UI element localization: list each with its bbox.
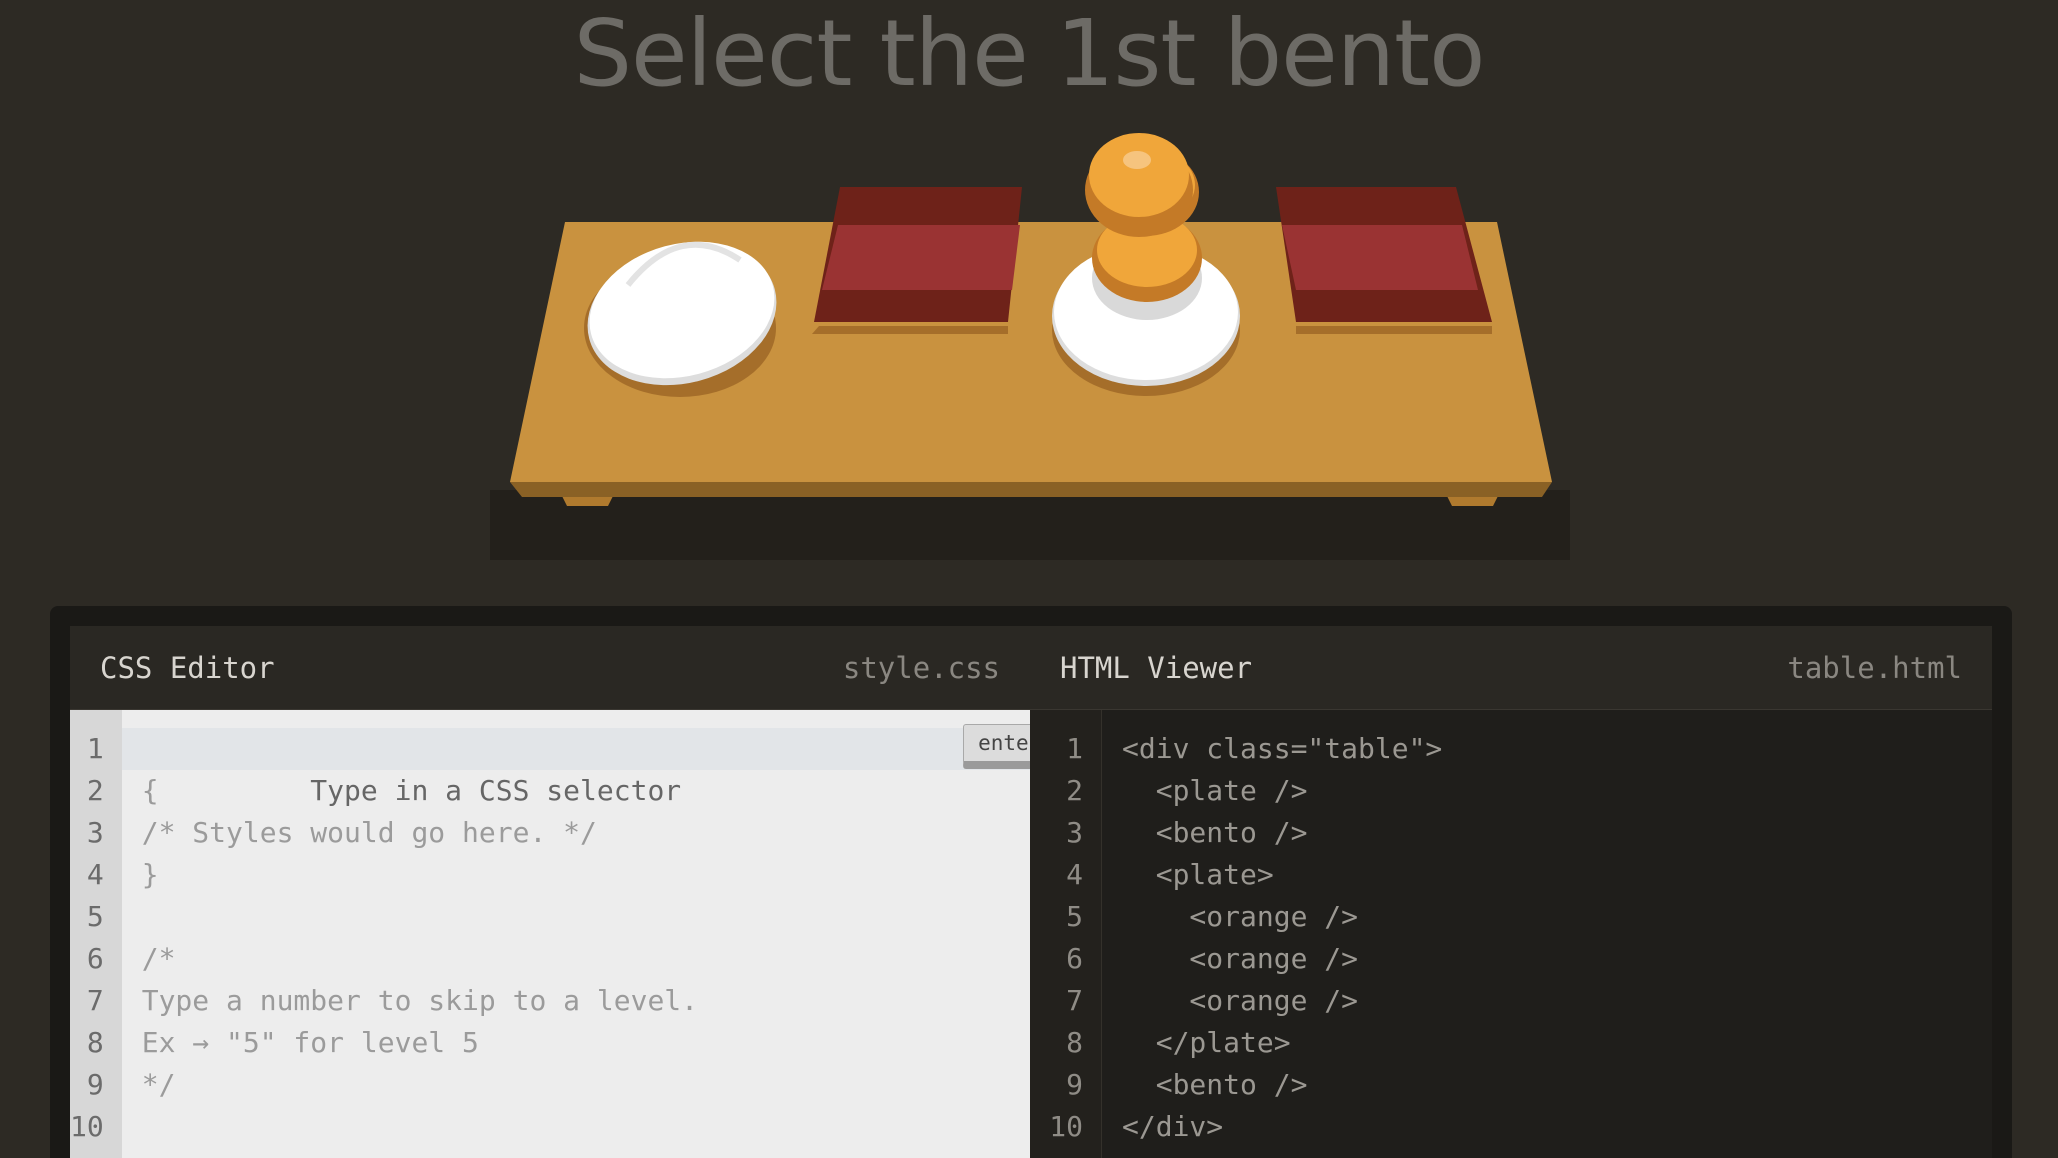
html-code-area: <div class="table"> <plate /> <bento /> … [1102, 710, 1992, 1158]
html-viewer-title: HTML Viewer [1060, 650, 1253, 685]
markup-line[interactable]: <orange /> [1102, 938, 1992, 980]
css-editor-title: CSS Editor [100, 650, 275, 685]
editor-panel: CSS Editor style.css 1 2 3 4 5 6 7 8 9 1… [50, 606, 2012, 1158]
markup-line[interactable]: </div> [1102, 1106, 1992, 1148]
level-title: Select the 1st bento [573, 0, 1486, 107]
line-number: 10 [1049, 1110, 1083, 1143]
line-number: 9 [1066, 1068, 1083, 1101]
line-number: 9 [86, 1068, 104, 1101]
css-line-numbers: 1 2 3 4 5 6 7 8 9 10 [70, 710, 122, 1158]
code-line: } [141, 858, 159, 891]
markup-line[interactable]: <bento /> [1102, 812, 1992, 854]
line-number: 5 [1066, 900, 1083, 933]
table-scene [490, 133, 1570, 560]
css-editor: CSS Editor style.css 1 2 3 4 5 6 7 8 9 1… [70, 626, 1071, 1158]
line-number: 7 [1066, 984, 1083, 1017]
line-number: 5 [86, 900, 104, 933]
markup-line[interactable]: <orange /> [1102, 896, 1992, 938]
line-number: 3 [1066, 816, 1083, 849]
bento-1[interactable] [812, 187, 1022, 334]
markup-line[interactable]: <plate /> [1102, 770, 1992, 812]
line-number: 2 [86, 774, 104, 807]
code-line: /* Styles would go here. */ [141, 816, 597, 849]
css-editor-filename: style.css [842, 650, 1000, 685]
html-viewer-filename: table.html [1787, 650, 1962, 685]
code-line: Type a number to skip to a level. [141, 984, 699, 1017]
code-line: */ [141, 1068, 176, 1101]
markup-line[interactable]: </plate> [1102, 1022, 1992, 1064]
line-number: 2 [1066, 774, 1083, 807]
bento-2[interactable] [1276, 187, 1492, 334]
selector-input-line [121, 728, 1071, 812]
line-number: 7 [86, 984, 104, 1017]
markup-line[interactable]: <plate> [1102, 854, 1992, 896]
html-line-numbers: 1 2 3 4 5 6 7 8 9 10 [1030, 710, 1102, 1158]
css-selector-input[interactable] [310, 770, 1071, 812]
line-number: 6 [86, 942, 104, 975]
line-number: 1 [1066, 732, 1083, 765]
markup-line[interactable]: <div class="table"> [1102, 728, 1992, 770]
table-edge [510, 482, 1552, 497]
code-line: Ex → "5" for level 5 [141, 1026, 479, 1059]
line-number: 8 [86, 1026, 104, 1059]
line-number: 6 [1066, 942, 1083, 975]
html-viewer-header: HTML Viewer table.html [1030, 626, 1992, 710]
line-number: 4 [86, 858, 104, 891]
line-number: 3 [86, 816, 104, 849]
line-number: 10 [70, 1110, 104, 1143]
table-shadow [490, 490, 1570, 560]
html-viewer: HTML Viewer table.html 1 2 3 4 5 6 7 8 9… [1030, 626, 1992, 1158]
line-number: 8 [1066, 1026, 1083, 1059]
markup-line[interactable]: <orange /> [1102, 980, 1992, 1022]
code-line: /* [141, 942, 176, 975]
line-number: 4 [1066, 858, 1083, 891]
markup-line[interactable]: <bento /> [1102, 1064, 1992, 1106]
line-number: 1 [86, 732, 104, 765]
css-editor-header: CSS Editor style.css [70, 626, 1030, 710]
css-code-area: { /* Styles would go here. */ } /* Type … [121, 710, 1071, 1158]
